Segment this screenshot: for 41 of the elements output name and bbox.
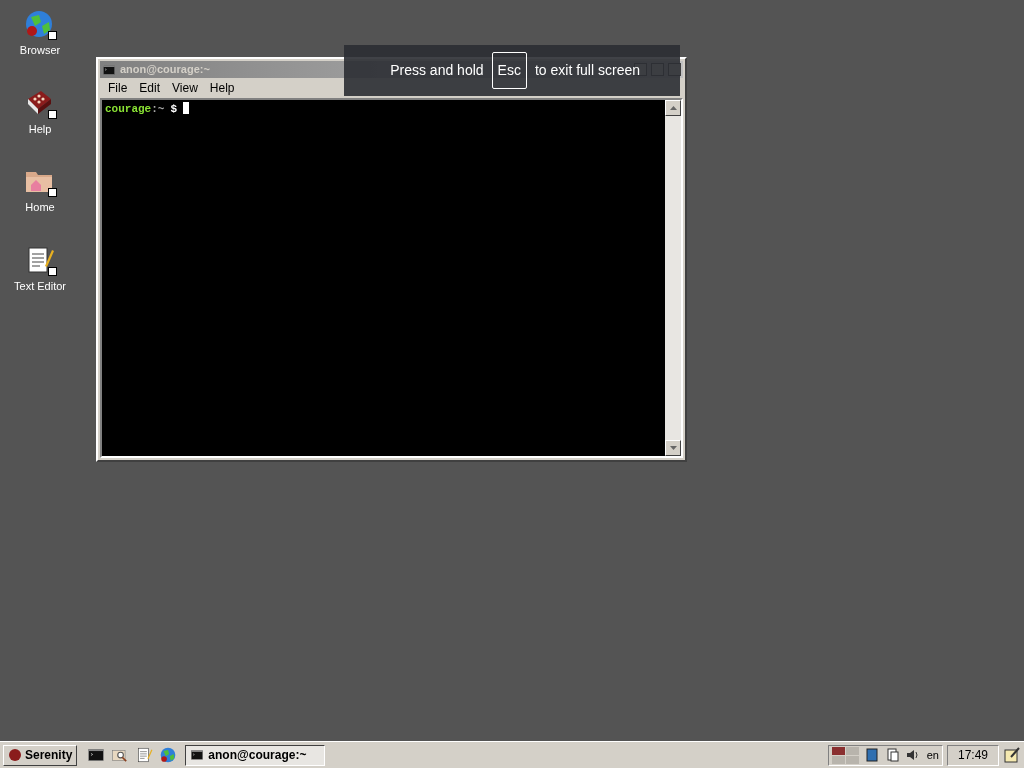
- clipboard-icon[interactable]: [884, 747, 899, 763]
- notice-text: to exit full screen: [534, 61, 640, 80]
- menu-item[interactable]: Edit: [139, 79, 161, 97]
- text-cursor: [183, 102, 190, 114]
- clock[interactable]: 17:49: [947, 744, 999, 766]
- scrollbar[interactable]: [665, 100, 681, 456]
- esc-key: Esc: [491, 52, 527, 89]
- shortcut-icon: [48, 109, 57, 119]
- terminal-icon[interactable]: [87, 746, 106, 764]
- scroll-down-button[interactable]: [665, 440, 681, 456]
- menu-item[interactable]: View: [172, 79, 198, 97]
- workspace-cell[interactable]: [831, 746, 845, 755]
- workspace-cell[interactable]: [831, 755, 845, 764]
- terminal-icon: [102, 62, 116, 77]
- scroll-up-button[interactable]: [665, 100, 681, 116]
- workspace-cell[interactable]: [845, 755, 859, 764]
- shortcut-icon: [48, 188, 57, 197]
- desktop-icon-label[interactable]: Home: [25, 199, 55, 216]
- shortcut-icon: [48, 31, 57, 40]
- shortcut-icon: [48, 266, 57, 276]
- desktop-icon-label[interactable]: Help: [28, 120, 52, 137]
- up-arrow-icon: [669, 106, 677, 110]
- taskbar-button[interactable]: anon@courage:~: [185, 744, 326, 766]
- desktop-icon-label[interactable]: Text Editor: [14, 277, 66, 294]
- shell-prompt: courage:~: [105, 102, 165, 117]
- desktop-icon-label[interactable]: Browser: [19, 42, 61, 59]
- terminal-icon: [190, 748, 205, 762]
- menu-item[interactable]: File: [108, 79, 128, 97]
- menu-item[interactable]: Help: [209, 79, 235, 97]
- terminal-area[interactable]: courage:~ $: [102, 100, 665, 456]
- start-button[interactable]: Serenity: [3, 744, 78, 766]
- notes-icon[interactable]: [1003, 746, 1021, 764]
- prompt-sign: $: [170, 102, 178, 117]
- keymap-indicator[interactable]: en: [926, 746, 939, 764]
- workspace-cell[interactable]: [845, 746, 859, 755]
- speaker-icon[interactable]: [904, 747, 919, 763]
- notepad-icon[interactable]: [135, 746, 154, 764]
- globe-icon[interactable]: [159, 746, 178, 764]
- down-arrow-icon: [669, 446, 677, 450]
- window-title: anon@courage:~: [120, 62, 210, 78]
- notice-text: Press and hold: [390, 61, 484, 80]
